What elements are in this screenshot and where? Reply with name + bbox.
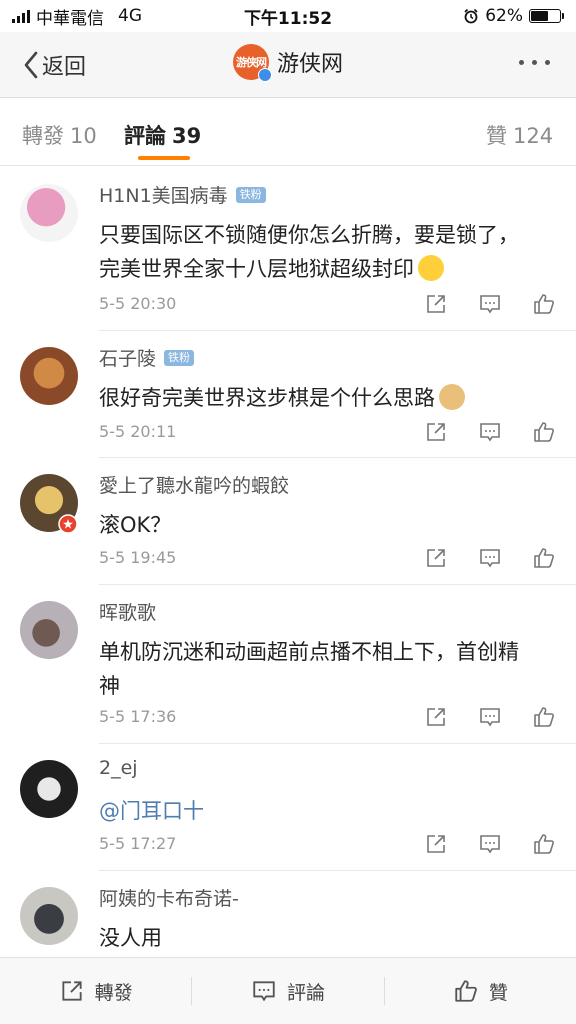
status-right: 62% bbox=[463, 6, 564, 26]
like-button[interactable]: 贊 bbox=[385, 978, 576, 1005]
mention-link[interactable]: @门耳口十 bbox=[99, 794, 539, 828]
comment-item: 阿姨的卡布奇诺- 没人用 bbox=[0, 871, 576, 957]
comment-text: 滚OK？ bbox=[99, 513, 172, 537]
comment-actions bbox=[424, 420, 556, 444]
battery-fill bbox=[531, 11, 548, 21]
tab-like-label: 贊 bbox=[486, 124, 507, 148]
avatar[interactable] bbox=[20, 760, 78, 818]
share-icon[interactable] bbox=[424, 705, 448, 729]
like-icon[interactable] bbox=[532, 705, 556, 729]
member-badge-icon bbox=[58, 514, 78, 534]
comment-actions bbox=[424, 705, 556, 729]
avatar[interactable] bbox=[20, 347, 78, 405]
username-text: 晖歌歌 bbox=[99, 602, 157, 624]
share-icon[interactable] bbox=[424, 292, 448, 316]
verified-icon bbox=[257, 68, 272, 82]
nav-title: 游侠网 bbox=[276, 52, 343, 77]
fan-badge: 铁粉 bbox=[235, 186, 266, 203]
tab-repost[interactable]: 轉發 10 bbox=[22, 120, 97, 150]
comment-actions bbox=[424, 832, 556, 856]
avatar[interactable] bbox=[20, 887, 78, 945]
comment-button[interactable]: 評論 bbox=[192, 978, 383, 1005]
comment-item: 2_ej @门耳口十 5-5 17:27 bbox=[0, 744, 576, 871]
status-bar: 中華電信 4G 下午11:52 62% bbox=[0, 0, 576, 32]
battery-icon bbox=[529, 9, 564, 23]
comment-time: 5-5 19:45 bbox=[99, 548, 177, 567]
comment-time: 5-5 20:30 bbox=[99, 294, 177, 313]
like-icon[interactable] bbox=[532, 420, 556, 444]
comment-username[interactable]: 阿姨的卡布奇诺- bbox=[99, 884, 239, 911]
username-text: 石子陵 bbox=[99, 348, 157, 370]
comment-item: 愛上了聽水龍吟的蝦餃 滚OK？ 5-5 19:45 bbox=[0, 458, 576, 585]
status-left: 中華電信 4G bbox=[12, 4, 142, 29]
username-text: 2_ej bbox=[99, 757, 138, 779]
tab-comment-count: 39 bbox=[172, 124, 202, 148]
doge-emoji-icon bbox=[439, 384, 465, 410]
comment-label: 評論 bbox=[286, 981, 325, 1004]
avatar[interactable] bbox=[20, 184, 78, 242]
share-icon[interactable] bbox=[424, 546, 448, 570]
tab-comment-label: 評論 bbox=[124, 124, 166, 148]
comment-icon[interactable] bbox=[478, 420, 502, 444]
comment-icon[interactable] bbox=[478, 292, 502, 316]
comment-username[interactable]: 2_ej bbox=[99, 757, 138, 779]
comment-text: 只要国际区不锁随便你怎么折腾，要是锁了，完美世界全家十八层地狱超级封印 bbox=[99, 218, 539, 286]
more-options-icon[interactable] bbox=[519, 60, 550, 65]
like-icon[interactable] bbox=[532, 292, 556, 316]
alarm-icon bbox=[464, 8, 478, 24]
account-avatar: 游侠网 bbox=[232, 44, 272, 82]
comment-text: 没人用 bbox=[99, 926, 162, 950]
fan-badge: 铁粉 bbox=[164, 349, 195, 366]
tab-like[interactable]: 贊 124 bbox=[486, 120, 553, 150]
comment-username[interactable]: 愛上了聽水龍吟的蝦餃 bbox=[99, 471, 289, 498]
tab-like-count: 124 bbox=[513, 124, 554, 148]
share-icon[interactable] bbox=[424, 832, 448, 856]
comment-item: 晖歌歌 单机防沉迷和动画超前点播不相上下，首创精神 5-5 17:36 bbox=[0, 585, 576, 744]
share-icon bbox=[62, 981, 82, 1001]
like-icon bbox=[455, 980, 477, 1002]
nav-account[interactable]: 游侠网 游侠网 bbox=[0, 44, 576, 82]
signal-icon bbox=[12, 9, 30, 23]
tab-comment[interactable]: 評論 39 bbox=[124, 120, 201, 150]
comment-username[interactable]: 晖歌歌 bbox=[99, 598, 156, 625]
comment-item: 石子陵 铁粉 很好奇完美世界这步棋是个什么思路 5-5 20:11 bbox=[0, 331, 576, 458]
comment-time: 5-5 20:11 bbox=[99, 422, 177, 441]
comment-icon[interactable] bbox=[478, 546, 502, 570]
comment-icon bbox=[253, 981, 275, 1002]
username-text: 愛上了聽水龍吟的蝦餃 bbox=[99, 475, 290, 497]
comment-icon[interactable] bbox=[478, 705, 502, 729]
like-icon[interactable] bbox=[532, 546, 556, 570]
like-icon[interactable] bbox=[532, 832, 556, 856]
nav-bar: 返回 游侠网 游侠网 bbox=[0, 32, 576, 98]
comment-time: 5-5 17:27 bbox=[99, 834, 177, 853]
like-label: 贊 bbox=[488, 981, 508, 1004]
tab-bar: 轉發 10 評論 39 贊 124 bbox=[0, 98, 576, 166]
comment-username[interactable]: H1N1美国病毒 铁粉 bbox=[99, 181, 266, 208]
comment-text: 单机防沉迷和动画超前点播不相上下，首创精神 bbox=[99, 640, 519, 698]
username-text: H1N1美国病毒 bbox=[99, 185, 228, 207]
battery-percent: 62% bbox=[485, 6, 523, 26]
tab-repost-count: 10 bbox=[70, 124, 97, 148]
comment-item: H1N1美国病毒 铁粉 只要国际区不锁随便你怎么折腾，要是锁了，完美世界全家十八… bbox=[0, 168, 576, 331]
comment-body: 只要国际区不锁随便你怎么折腾，要是锁了，完美世界全家十八层地狱超级封印 bbox=[99, 223, 519, 281]
avatar[interactable] bbox=[20, 601, 78, 659]
username-text: 阿姨的卡布奇诺- bbox=[99, 888, 239, 910]
comment-body: 很好奇完美世界这步棋是个什么思路 bbox=[99, 386, 435, 410]
bottom-action-bar: 轉發 評論 贊 bbox=[0, 957, 576, 1024]
comment-time: 5-5 17:36 bbox=[99, 707, 177, 726]
comment-text: 很好奇完美世界这步棋是个什么思路 bbox=[99, 381, 539, 415]
comment-username[interactable]: 石子陵 铁粉 bbox=[99, 344, 195, 371]
carrier-name: 中華電信 bbox=[36, 8, 104, 29]
repost-label: 轉發 bbox=[94, 981, 133, 1004]
comment-actions bbox=[424, 292, 556, 316]
comment-actions bbox=[424, 546, 556, 570]
network-type: 4G bbox=[118, 6, 142, 26]
share-icon[interactable] bbox=[424, 420, 448, 444]
tab-repost-label: 轉發 bbox=[22, 124, 64, 148]
comment-icon[interactable] bbox=[478, 832, 502, 856]
active-tab-indicator bbox=[138, 156, 190, 160]
repost-button[interactable]: 轉發 bbox=[0, 978, 191, 1005]
thinking-emoji-icon bbox=[418, 255, 444, 281]
